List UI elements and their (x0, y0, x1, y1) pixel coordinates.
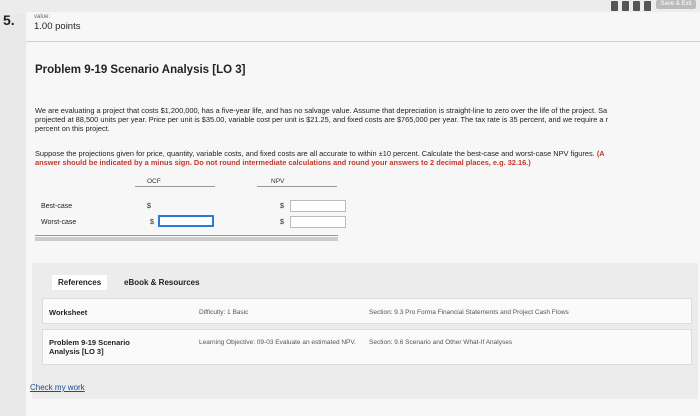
header-rule-ocf (135, 186, 215, 187)
paragraph-line: projected at 88,500 units per year. Pric… (35, 114, 608, 124)
value-label: value: (34, 14, 51, 20)
paragraph-line: percent on this project. (35, 123, 110, 133)
problem-title: Problem 9-19 Scenario Analysis [LO 3] (35, 64, 246, 76)
section-text: Section: 9.3 Pro Forma Financial Stateme… (369, 309, 569, 316)
section-text: Section: 9.6 Scenario and Other What-If … (369, 339, 513, 346)
header-rule-npv (257, 186, 337, 187)
currency-symbol: $ (280, 203, 284, 210)
learning-objective-text: Learning Objective: 09-03 Evaluate an es… (199, 339, 356, 346)
problem-paragraph-2: Suppose the projections given for price,… (35, 149, 605, 168)
instructions-warning-start: (A (596, 149, 605, 158)
toolbar-icon-4[interactable] (644, 1, 651, 11)
row-label-worst-case: Worst-case (41, 219, 77, 226)
references-panel: References eBook & Resources Worksheet D… (32, 263, 698, 399)
toolbar-icon-2[interactable] (622, 1, 629, 11)
row-label-best-case: Best-case (41, 203, 73, 210)
reference-row-problem[interactable]: Problem 9-19 Scenario Analysis [LO 3] Le… (42, 329, 692, 365)
col-header-npv: NPV (271, 178, 285, 185)
currency-symbol: $ (147, 203, 151, 210)
problem-paragraph-1: We are evaluating a project that costs $… (35, 106, 608, 133)
toolbar-icon-3[interactable] (633, 1, 640, 11)
table-bottom-rule (35, 235, 338, 236)
question-number: 5. (3, 12, 15, 28)
toolbar-icon-1[interactable] (611, 1, 618, 11)
col-header-ocf: OCF (147, 178, 161, 185)
instructions-warning: answer should be indicated by a minus si… (35, 157, 531, 167)
table-bottom-bar (35, 237, 338, 241)
reference-row-worksheet[interactable]: Worksheet Difficulty: 1 Basic Section: 9… (42, 298, 692, 324)
worksheet-label: Worksheet (49, 308, 88, 317)
worst-case-ocf-input[interactable] (158, 215, 214, 227)
answer-table: OCF NPV Best-case $ $ Worst-case $ $ (35, 178, 346, 252)
save-exit-button[interactable]: Save & Exit (656, 0, 696, 9)
currency-symbol: $ (280, 219, 284, 226)
question-card: value: 1.00 points Problem 9-19 Scenario… (26, 12, 700, 416)
points-value: 1.00 points (34, 21, 81, 32)
instructions-text: Suppose the projections given for price,… (35, 149, 595, 158)
tab-references[interactable]: References (52, 275, 108, 290)
divider (26, 41, 700, 42)
check-my-work-link[interactable]: Check my work (30, 383, 85, 392)
currency-symbol: $ (150, 219, 154, 226)
problem-name-label: Problem 9-19 Scenario Analysis [LO 3] (49, 338, 130, 356)
tab-ebook-resources[interactable]: eBook & Resources (124, 278, 200, 287)
worst-case-npv-input[interactable] (290, 216, 346, 228)
difficulty-text: Difficulty: 1 Basic (199, 309, 249, 316)
best-case-npv-input[interactable] (290, 200, 346, 212)
